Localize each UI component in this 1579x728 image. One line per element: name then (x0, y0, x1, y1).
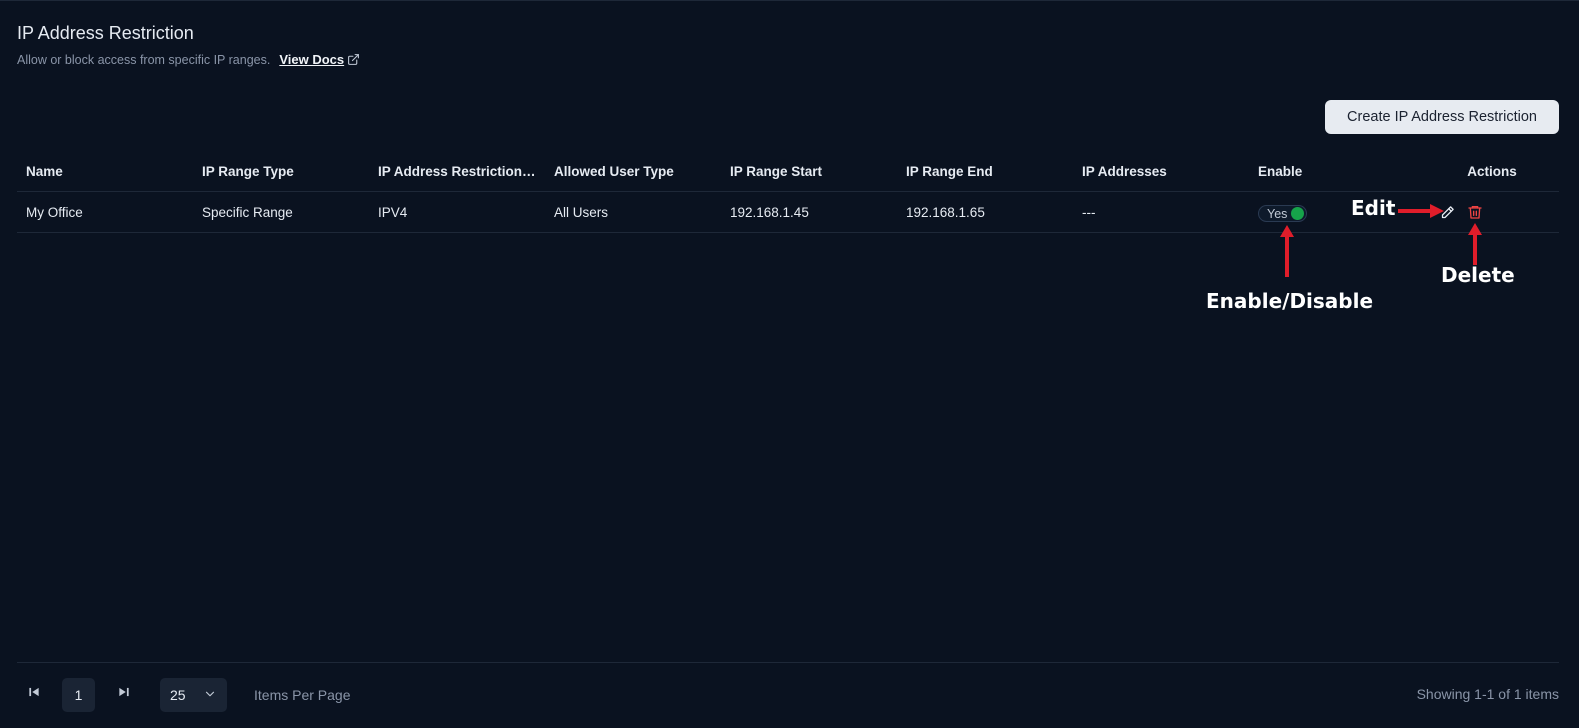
table-header: Name IP Range Type IP Address Restrictio… (17, 151, 1559, 192)
page-size-select[interactable]: 25 (160, 678, 227, 712)
column-header-name[interactable]: Name (17, 164, 193, 179)
enable-toggle-label: Yes (1267, 206, 1288, 221)
page: IP Address Restriction Allow or block ac… (0, 0, 1579, 728)
column-header-ip-range-start[interactable]: IP Range Start (721, 164, 897, 179)
column-header-ip-range-type[interactable]: IP Range Type (193, 164, 369, 179)
cell-ip-addresses: --- (1082, 204, 1096, 220)
page-title: IP Address Restriction (17, 23, 194, 43)
first-page-icon[interactable] (27, 685, 41, 704)
cell-range-end: 192.168.1.65 (906, 204, 985, 220)
last-page-icon[interactable] (117, 685, 131, 704)
page-number-button[interactable]: 1 (62, 678, 95, 712)
chevron-down-icon (203, 687, 217, 704)
annotation-edit-label: Edit (1351, 196, 1396, 220)
ip-restriction-table: Name IP Range Type IP Address Restrictio… (17, 151, 1559, 233)
view-docs-label: View Docs (279, 52, 345, 67)
pagination-info: Showing 1-1 of 1 items (1416, 686, 1559, 702)
cell-user-type: All Users (554, 204, 609, 220)
page-size-value: 25 (170, 687, 186, 703)
create-ip-restriction-button[interactable]: Create IP Address Restriction (1325, 100, 1559, 134)
annotation-enable-arrow (1280, 225, 1294, 277)
column-header-allowed-user-type[interactable]: Allowed User Type (545, 164, 721, 179)
row-actions (1434, 204, 1559, 220)
cell-restriction: IPV4 (378, 204, 408, 220)
column-header-ip-addresses[interactable]: IP Addresses (1073, 164, 1249, 179)
trash-icon[interactable] (1467, 204, 1483, 220)
column-header-ip-address-restriction[interactable]: IP Address Restriction ... (369, 164, 545, 179)
pagination-footer: 1 25 Items Per Page Showing 1-1 of 1 ite… (17, 662, 1559, 728)
cell-name: My Office (26, 204, 83, 220)
page-subtitle: Allow or block access from specific IP r… (17, 52, 360, 67)
annotation-delete-arrow (1468, 223, 1482, 265)
column-header-ip-range-end[interactable]: IP Range End (897, 164, 1073, 179)
items-per-page-label: Items Per Page (254, 687, 351, 703)
view-docs-link[interactable]: View Docs (279, 52, 360, 67)
column-header-enable[interactable]: Enable (1249, 164, 1425, 179)
enable-toggle[interactable]: Yes (1258, 205, 1308, 222)
annotation-edit-arrow (1398, 204, 1444, 218)
cell-range-start: 192.168.1.45 (730, 204, 809, 220)
external-link-icon (347, 53, 360, 66)
column-header-actions: Actions (1467, 163, 1517, 179)
subtitle-text: Allow or block access from specific IP r… (17, 52, 271, 67)
table-row[interactable]: My Office Specific Range IPV4 All Users … (17, 192, 1559, 233)
cell-range-type: Specific Range (202, 204, 293, 220)
page-header: IP Address Restriction Allow or block ac… (17, 23, 360, 67)
toggle-knob (1291, 207, 1305, 220)
annotation-enable-disable-label: Enable/Disable (1206, 289, 1374, 313)
annotation-delete-label: Delete (1441, 263, 1515, 287)
